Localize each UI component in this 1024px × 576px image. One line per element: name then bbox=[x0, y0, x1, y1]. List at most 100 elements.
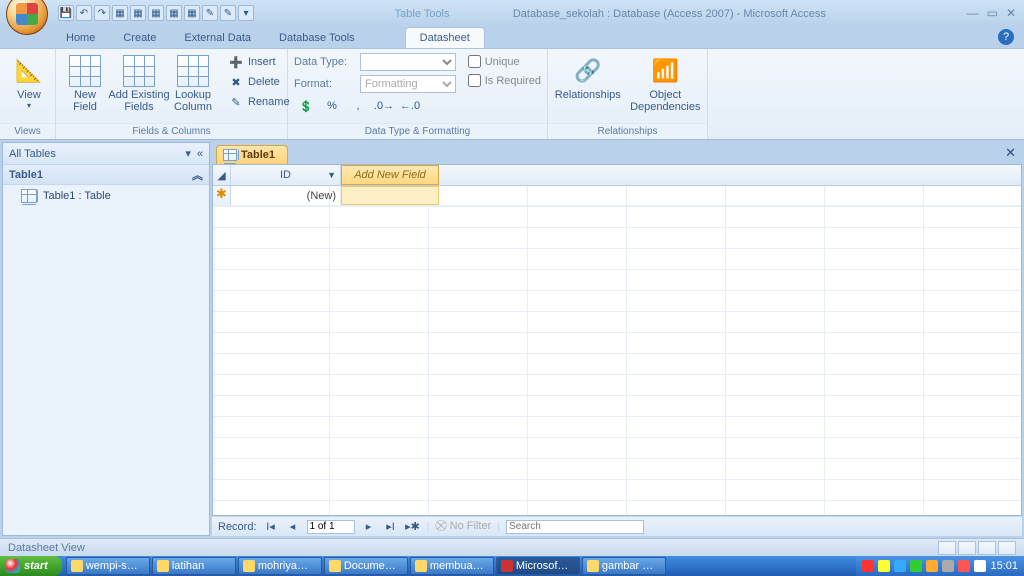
qat-icon[interactable]: ▦ bbox=[184, 5, 200, 21]
qat-icon[interactable]: ✎ bbox=[202, 5, 218, 21]
dependencies-icon: 📶 bbox=[649, 55, 681, 87]
design-view-button[interactable] bbox=[998, 541, 1016, 555]
tab-database-tools[interactable]: Database Tools bbox=[265, 28, 369, 48]
tray-icon[interactable] bbox=[958, 560, 970, 572]
taskbar-item[interactable]: wempi-s… bbox=[66, 557, 150, 575]
nav-item-table1[interactable]: Table1 : Table bbox=[3, 185, 209, 207]
tab-create[interactable]: Create bbox=[109, 28, 170, 48]
no-filter-indicator[interactable]: ⛒ No Filter bbox=[435, 520, 491, 533]
collapse-icon: ︽ bbox=[192, 167, 203, 183]
help-button[interactable]: ? bbox=[998, 29, 1014, 45]
new-field-button[interactable]: New Field bbox=[62, 53, 108, 115]
cell-add-new[interactable] bbox=[341, 186, 439, 205]
qat-icon[interactable]: ▦ bbox=[148, 5, 164, 21]
add-existing-fields-button[interactable]: Add Existing Fields bbox=[116, 53, 162, 115]
grid-bg bbox=[213, 165, 1021, 515]
required-checkbox[interactable]: Is Required bbox=[468, 74, 541, 87]
chevron-down-icon: ▾ bbox=[185, 147, 191, 160]
pivotchart-view-button[interactable] bbox=[978, 541, 996, 555]
status-bar: Datasheet View bbox=[0, 538, 1024, 556]
taskbar-item[interactable]: latihan bbox=[152, 557, 236, 575]
next-record-button[interactable]: ▸ bbox=[361, 520, 377, 534]
doc-tab-table1[interactable]: Table1 bbox=[216, 145, 288, 164]
delete-button[interactable]: ✖Delete bbox=[224, 73, 294, 91]
taskbar-item[interactable]: membua… bbox=[410, 557, 494, 575]
taskbar-item[interactable]: Microsof… bbox=[496, 557, 580, 575]
prev-record-button[interactable]: ◂ bbox=[285, 520, 301, 534]
document-tabs: Table1 ✕ bbox=[212, 142, 1022, 164]
percent-icon: % bbox=[324, 98, 340, 114]
tray-icon[interactable] bbox=[926, 560, 938, 572]
tray-icon[interactable] bbox=[910, 560, 922, 572]
taskbar-item[interactable]: Docume… bbox=[324, 557, 408, 575]
shutter-button[interactable]: « bbox=[197, 148, 203, 160]
cell-id[interactable]: (New) bbox=[231, 186, 341, 205]
column-id[interactable]: ID▼ bbox=[231, 165, 341, 185]
unique-checkbox[interactable]: Unique bbox=[468, 55, 541, 68]
rename-icon: ✎ bbox=[228, 94, 244, 110]
data-type-combo[interactable] bbox=[360, 53, 456, 71]
format-combo[interactable]: Formatting bbox=[360, 75, 456, 93]
restore-button[interactable]: ▭ bbox=[987, 6, 998, 20]
rename-button[interactable]: ✎Rename bbox=[224, 93, 294, 111]
column-add-new-field[interactable]: Add New Field bbox=[341, 165, 439, 185]
lookup-icon bbox=[177, 55, 209, 87]
tray-icon[interactable] bbox=[894, 560, 906, 572]
relationships-button[interactable]: 🔗 Relationships bbox=[554, 53, 622, 103]
view-button[interactable]: 📐 View▾ bbox=[6, 53, 52, 112]
folder-icon bbox=[329, 560, 341, 572]
first-record-button[interactable]: I◂ bbox=[263, 520, 279, 534]
qat-icon[interactable]: ▦ bbox=[166, 5, 182, 21]
qat-more-icon[interactable]: ▾ bbox=[238, 5, 254, 21]
table-icon bbox=[223, 149, 237, 161]
percent-button[interactable]: % bbox=[320, 97, 344, 115]
pivottable-view-button[interactable] bbox=[958, 541, 976, 555]
document-area: Table1 ✕ ◢ ID▼ Add New Field ✱ (New) Rec… bbox=[212, 142, 1022, 536]
table-row: ✱ (New) bbox=[213, 186, 1021, 206]
new-record-button[interactable]: ▸✱ bbox=[405, 520, 421, 534]
navpane-header[interactable]: All Tables ▾ « bbox=[3, 143, 209, 165]
add-existing-icon bbox=[123, 55, 155, 87]
decrease-decimals-button[interactable]: ←.0 bbox=[398, 97, 422, 115]
tab-home[interactable]: Home bbox=[52, 28, 109, 48]
qat-undo-icon[interactable]: ↶ bbox=[76, 5, 92, 21]
close-button[interactable]: ✕ bbox=[1006, 6, 1016, 20]
insert-button[interactable]: ➕Insert bbox=[224, 53, 294, 71]
navpane-group[interactable]: Table1 ︽ bbox=[3, 165, 209, 185]
comma-button[interactable]: , bbox=[346, 97, 370, 115]
qat-icon[interactable]: ✎ bbox=[220, 5, 236, 21]
close-doc-button[interactable]: ✕ bbox=[1005, 145, 1016, 161]
search-input[interactable] bbox=[506, 520, 644, 534]
row-selector-new[interactable]: ✱ bbox=[213, 186, 231, 205]
chevron-down-icon[interactable]: ▼ bbox=[327, 170, 336, 180]
clock[interactable]: 15:01 bbox=[990, 560, 1018, 572]
system-tray: 15:01 bbox=[856, 556, 1024, 576]
select-all-cell[interactable]: ◢ bbox=[213, 165, 231, 185]
tray-icon[interactable] bbox=[878, 560, 890, 572]
comma-icon: , bbox=[350, 98, 366, 114]
currency-icon: 💲 bbox=[298, 98, 314, 114]
start-button[interactable]: start bbox=[0, 556, 62, 576]
minimize-button[interactable]: ― bbox=[967, 6, 979, 20]
record-position-input[interactable] bbox=[307, 520, 355, 534]
taskbar-item[interactable]: mohriya… bbox=[238, 557, 322, 575]
datasheet[interactable]: ◢ ID▼ Add New Field ✱ (New) bbox=[212, 164, 1022, 516]
tab-external-data[interactable]: External Data bbox=[170, 28, 265, 48]
last-record-button[interactable]: ▸I bbox=[383, 520, 399, 534]
qat-icon[interactable]: ▦ bbox=[130, 5, 146, 21]
datasheet-view-button[interactable] bbox=[938, 541, 956, 555]
tab-datasheet[interactable]: Datasheet bbox=[405, 27, 485, 48]
tray-icon[interactable] bbox=[942, 560, 954, 572]
relationships-icon: 🔗 bbox=[572, 55, 604, 87]
folder-icon bbox=[243, 560, 255, 572]
tray-icon[interactable] bbox=[974, 560, 986, 572]
object-dependencies-button[interactable]: 📶 Object Dependencies bbox=[630, 53, 701, 115]
tray-icon[interactable] bbox=[862, 560, 874, 572]
qat-icon[interactable]: ▦ bbox=[112, 5, 128, 21]
qat-redo-icon[interactable]: ↷ bbox=[94, 5, 110, 21]
qat-save-icon[interactable]: 💾 bbox=[58, 5, 74, 21]
increase-decimals-button[interactable]: .0→ bbox=[372, 97, 396, 115]
taskbar-item[interactable]: gambar … bbox=[582, 557, 666, 575]
lookup-column-button[interactable]: Lookup Column bbox=[170, 53, 216, 115]
currency-button[interactable]: 💲 bbox=[294, 97, 318, 115]
